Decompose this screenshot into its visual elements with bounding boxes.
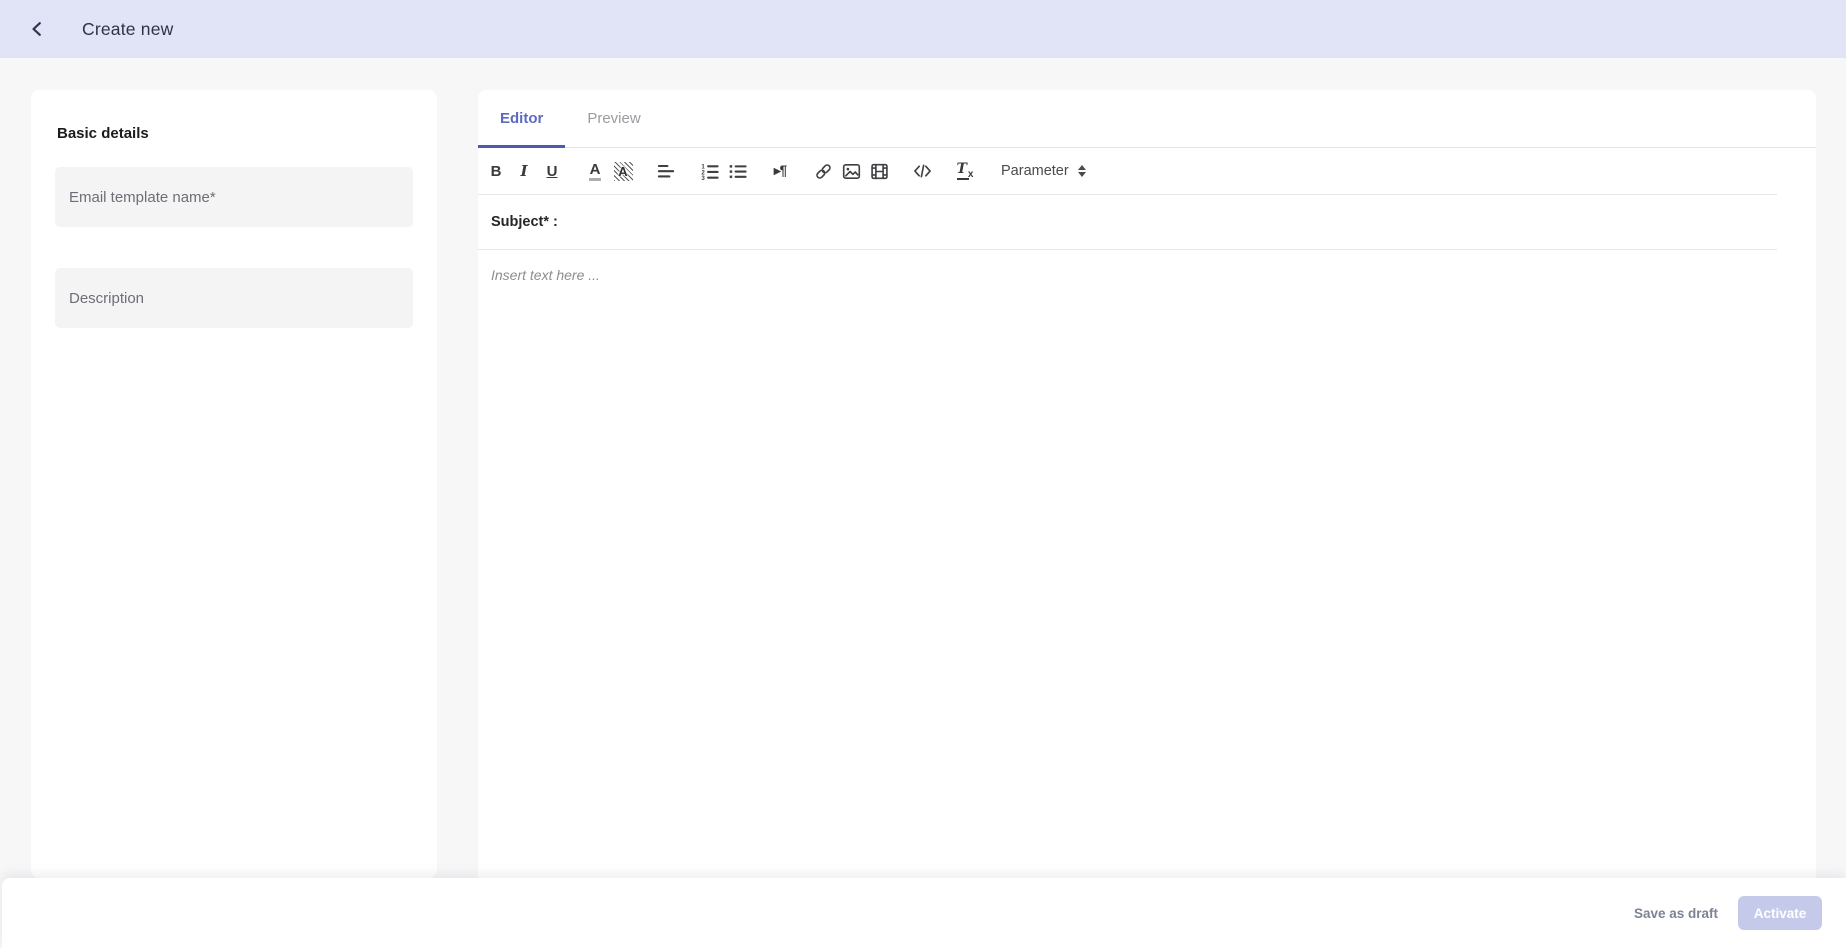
paragraph-icon: ▸¶ (774, 164, 786, 178)
image-button[interactable] (837, 156, 865, 186)
toolbar-group-media (809, 156, 893, 186)
chevron-left-icon (29, 20, 47, 38)
clear-format-button[interactable]: Tx (951, 156, 979, 186)
clear-format-icon: Tx (957, 162, 974, 179)
body-placeholder: Insert text here ... (491, 267, 600, 283)
code-button[interactable] (908, 156, 936, 186)
activate-button[interactable]: Activate (1738, 896, 1822, 930)
editor-panel: Editor Preview B I U A A (478, 90, 1816, 878)
footer-bar: Save as draft Activate (2, 878, 1846, 948)
subject-label: Subject* : (491, 214, 558, 230)
paragraph-button[interactable]: ▸¶ (766, 156, 794, 186)
underline-icon: U (547, 164, 558, 179)
toolbar-group-basic: B I U (482, 156, 566, 186)
topbar: Create new (0, 0, 1846, 58)
parameter-label: Parameter (1001, 163, 1069, 179)
parameter-dropdown[interactable]: Parameter (1001, 163, 1086, 179)
tabbar: Editor Preview (478, 90, 1816, 148)
sort-arrows-icon (1078, 165, 1086, 177)
save-draft-button[interactable]: Save as draft (1634, 906, 1718, 921)
text-color-button[interactable]: A (581, 156, 609, 186)
highlight-button[interactable]: A (609, 156, 637, 186)
editor-toolbar: B I U A A (478, 148, 1777, 195)
align-button[interactable] (652, 156, 680, 186)
toolbar-group-code (908, 156, 936, 186)
unordered-list-icon (728, 162, 747, 181)
subject-input[interactable] (558, 195, 1777, 249)
svg-text:3: 3 (701, 175, 705, 181)
editor-body[interactable]: Insert text here ... (478, 250, 1816, 878)
toolbar-group-align (652, 156, 680, 186)
link-button[interactable] (809, 156, 837, 186)
back-button[interactable] (18, 9, 58, 49)
bold-icon: B (491, 164, 502, 179)
basic-details-heading: Basic details (57, 125, 437, 142)
underline-button[interactable]: U (538, 156, 566, 186)
align-left-icon (657, 162, 676, 181)
email-template-name-input[interactable] (55, 167, 413, 227)
basic-details-panel: Basic details (31, 90, 437, 878)
image-icon (842, 162, 861, 181)
link-icon (814, 162, 833, 181)
toolbar-group-clear: Tx (951, 156, 979, 186)
page-title: Create new (82, 19, 174, 40)
italic-icon: I (520, 164, 527, 179)
toolbar-group-lists: 123 (695, 156, 751, 186)
tab-editor[interactable]: Editor (478, 90, 565, 147)
highlight-icon: A (614, 162, 633, 181)
code-icon (913, 162, 932, 181)
italic-button[interactable]: I (510, 156, 538, 186)
tab-preview[interactable]: Preview (565, 90, 662, 147)
video-button[interactable] (865, 156, 893, 186)
toolbar-group-paragraph: ▸¶ (766, 156, 794, 186)
ordered-list-icon: 123 (700, 162, 719, 181)
ordered-list-button[interactable]: 123 (695, 156, 723, 186)
toolbar-group-color: A A (581, 156, 637, 186)
video-icon (870, 162, 889, 181)
unordered-list-button[interactable] (723, 156, 751, 186)
subject-row: Subject* : (478, 195, 1777, 250)
text-color-icon: A (589, 162, 602, 181)
bold-button[interactable]: B (482, 156, 510, 186)
description-input[interactable] (55, 268, 413, 328)
